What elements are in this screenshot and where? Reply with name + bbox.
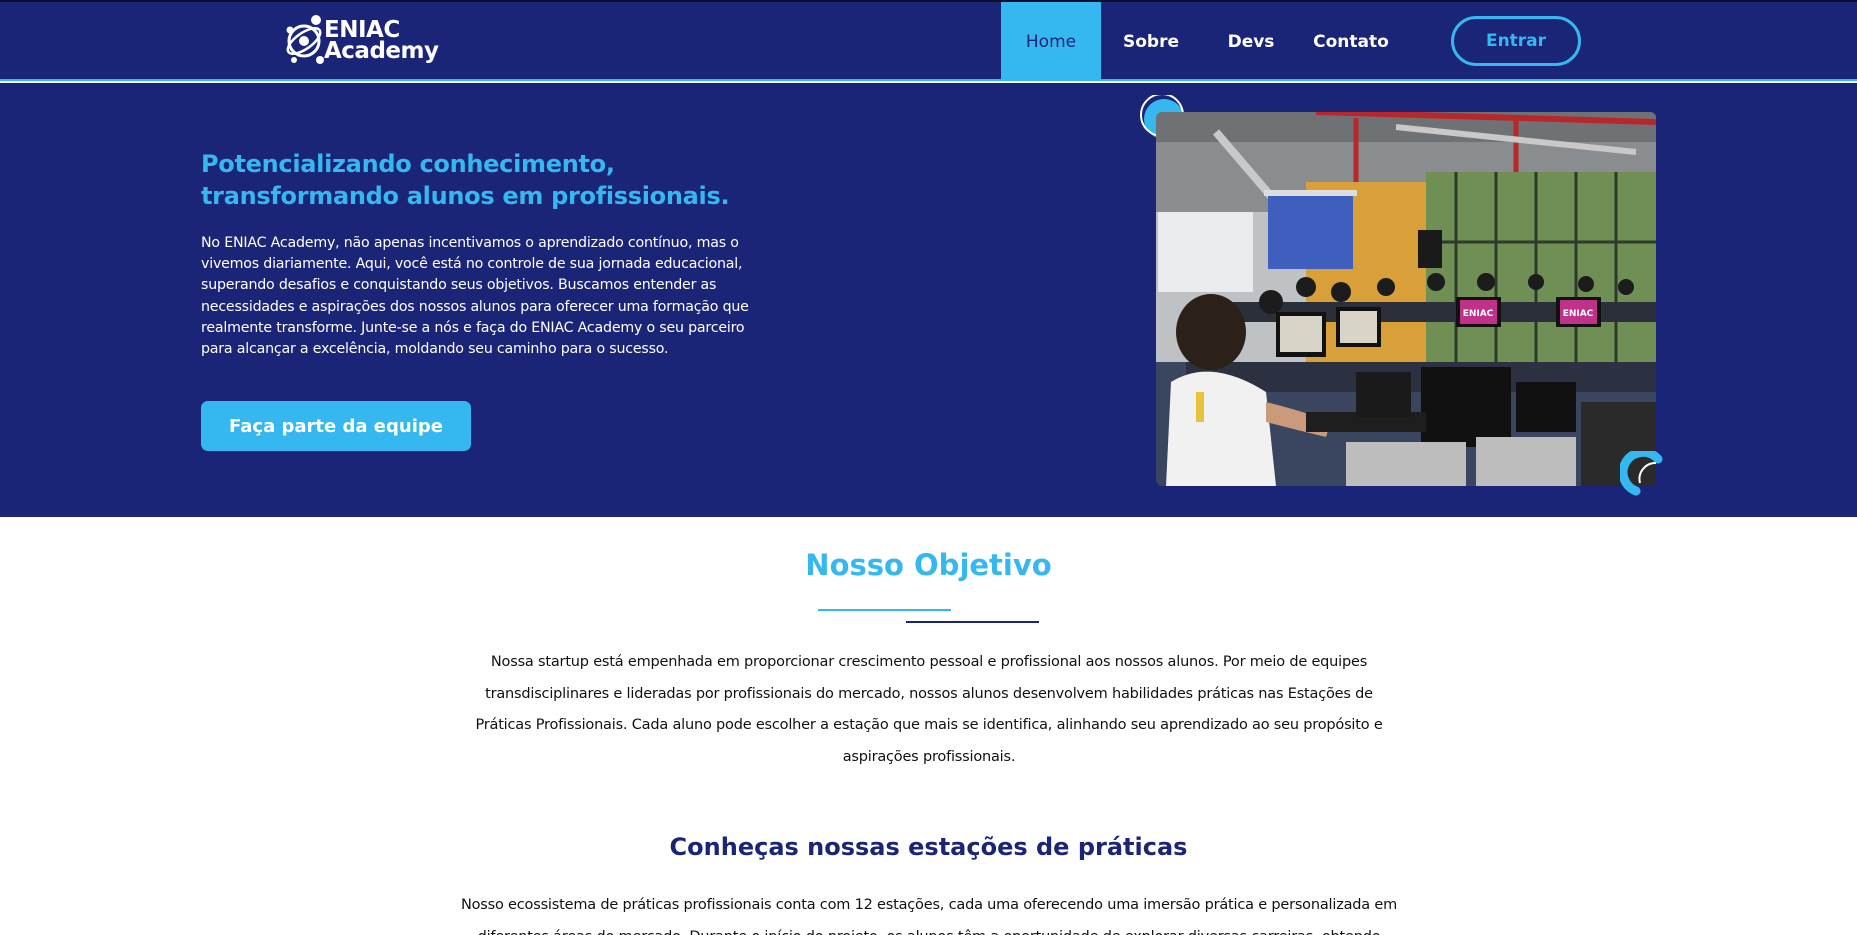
stations-title: Conheças nossas estações de práticas — [669, 833, 1188, 861]
eniac-logo[interactable]: ENIAC Academy — [282, 10, 442, 72]
nav-sobre[interactable]: Sobre — [1111, 2, 1191, 81]
objective-title: Nosso Objetivo — [805, 548, 1052, 582]
hero-section: Potencializando conhecimento, transforma… — [0, 83, 1857, 517]
nav-contato[interactable]: Contato — [1305, 2, 1397, 81]
objective-description: Nossa startup está empenhada em proporci… — [475, 654, 1383, 765]
navbar: ENIAC Academy Home Sobre Devs Contato En… — [0, 2, 1857, 81]
nav-devs[interactable]: Devs — [1211, 2, 1291, 81]
photo-screen-label-2: ENIAC — [1563, 309, 1594, 319]
atom-logo-icon — [286, 15, 324, 64]
login-button[interactable]: Entrar — [1451, 16, 1581, 66]
join-team-button[interactable]: Faça parte da equipe — [201, 401, 471, 451]
title-underline-navy — [906, 621, 1039, 623]
classroom-photo: ENIAC ENIAC — [1156, 112, 1656, 486]
stations-description: Nosso ecossistema de práticas profission… — [460, 897, 1398, 935]
hero-title-line2: transformando alunos em profissionais. — [201, 182, 730, 210]
arc-decoration-icon — [1620, 451, 1663, 496]
title-underline-accent — [818, 609, 951, 611]
logo-text-academy: Academy — [324, 38, 439, 64]
hero-title-line1: Potencializando conhecimento, — [201, 150, 615, 178]
hero-title: Potencializando conhecimento, transforma… — [201, 148, 801, 212]
nav-home[interactable]: Home — [1001, 2, 1101, 81]
photo-screen-label-1: ENIAC — [1463, 309, 1494, 319]
hero-description: No ENIAC Academy, não apenas incentivamo… — [201, 235, 749, 358]
